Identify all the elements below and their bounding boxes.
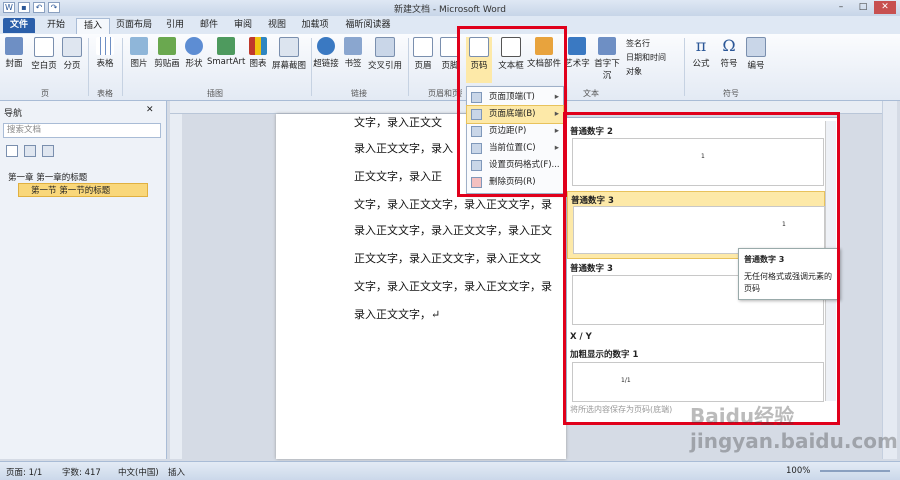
tab-mailings[interactable]: 邮件 [194,18,224,33]
blank-page-button[interactable]: 空白页 [28,37,60,71]
group-tables: 表格 [97,89,113,98]
tab-insert[interactable]: 插入 [76,18,110,34]
doc-line: 正文文字，录入正 [354,170,442,183]
chart-button[interactable]: 图表 [246,37,270,69]
drop-cap-button[interactable]: 首字下沉 [591,37,623,81]
hyperlink-icon [317,37,335,55]
wordart-icon [568,37,586,55]
zoom-level[interactable]: 100% [786,466,810,476]
bookmark-button[interactable]: 书签 [341,37,365,69]
vertical-ruler [170,114,182,459]
shapes-button[interactable]: 形状 [183,37,205,69]
smartart-icon [217,37,235,55]
headings-view-icon[interactable] [6,145,18,157]
title-bar: W ▪ ↶ ↷ 新建文档 - Microsoft Word – □ ✕ [0,0,900,16]
wordart-button[interactable]: 艺术字 [563,37,591,69]
highlight-page-number-menu [457,26,567,197]
pages-view-icon[interactable] [24,145,36,157]
clipart-icon [158,37,176,55]
blank-page-icon [34,37,54,57]
results-view-icon[interactable] [42,145,54,157]
group-pages: 页 [41,89,49,98]
doc-line: 录入正文文字，录入正文文字，录入正文 [354,224,552,237]
table-button[interactable]: 表格 [92,37,118,69]
nav-title: 导航 [4,109,23,119]
window-title: 新建文档 - Microsoft Word [394,5,506,15]
tab-home[interactable]: 开始 [40,18,72,33]
close-icon[interactable]: ✕ [874,1,896,14]
cover-icon [5,37,23,55]
nav-heading-2[interactable]: 第一节 第一节的标题 [18,183,148,197]
chart-icon [249,37,267,55]
watermark: Baidu经验 jingyan.baidu.com [690,404,898,453]
ribbon-tabs: 文件 开始 插入 页面布局 引用 邮件 审阅 视图 加载项 福昕阅读器 [0,16,900,35]
drop-cap-icon [598,37,616,55]
object-button[interactable]: 对象 [626,66,642,77]
navigation-pane: 导航 ✕ 搜索文档 第一章 第一章的标题 第一节 第一节的标题 [0,101,167,459]
tab-page-layout[interactable]: 页面布局 [112,18,156,33]
status-language[interactable]: 中文(中国) [118,466,159,478]
status-mode[interactable]: 插入 [168,466,185,478]
highlight-gallery [563,112,840,425]
doc-line: 文字，录入正文文字，录入正文文字，录 [354,198,552,211]
equation-button[interactable]: π 公式 [688,36,714,70]
maximize-icon[interactable]: □ [852,1,874,14]
tab-addins[interactable]: 加载项 [296,18,334,33]
signature-line-button[interactable]: 签名行 [626,38,650,49]
group-links: 链接 [351,89,367,98]
ribbon: 封面 空白页 分页 表格 图片 剪贴画 形状 SmartArt 图表 屏幕截图 … [0,34,900,101]
tab-foxit[interactable]: 福昕阅读器 [338,18,398,33]
cross-reference-icon [375,37,395,57]
numbering-icon [746,37,766,57]
doc-line: 录入正文文字，录入 [354,142,453,155]
group-illustrations: 插图 [207,89,223,98]
group-text: 文本 [583,89,599,98]
table-icon [96,37,114,55]
shapes-icon [185,37,203,55]
doc-line: 正文文字，录入正文文字，录入正文文 [354,252,541,265]
nav-heading-1[interactable]: 第一章 第一章的标题 [8,171,87,183]
group-symbols: 符号 [723,89,739,98]
tab-file[interactable]: 文件 [3,18,35,33]
search-input[interactable]: 搜索文档 [3,123,161,138]
symbol-button[interactable]: Ω 符号 [716,36,742,70]
picture-button[interactable]: 图片 [126,37,152,69]
zoom-slider[interactable] [820,470,890,472]
doc-line: 文字，录入正文文字，录入正文文字，录 [354,280,552,293]
close-icon[interactable]: ✕ [146,105,154,115]
numbering-button[interactable]: 编号 [744,37,768,71]
cover-button[interactable]: 封面 [2,37,26,69]
header-button[interactable]: 页眉 [411,37,435,71]
tab-review[interactable]: 审阅 [228,18,258,33]
tab-view[interactable]: 视图 [262,18,292,33]
screenshot-icon [279,37,299,57]
doc-line: 录入正文文字，↵ [354,308,441,321]
clipart-button[interactable]: 剪贴画 [152,37,182,69]
minimize-icon[interactable]: – [830,1,852,14]
smartart-button[interactable]: SmartArt [207,37,245,67]
status-page[interactable]: 页面: 1/1 [6,466,42,478]
bookmark-icon [344,37,362,55]
header-icon [413,37,433,57]
date-time-button[interactable]: 日期和时间 [626,52,666,63]
hyperlink-button[interactable]: 超链接 [313,37,339,69]
pi-icon: π [695,36,707,55]
doc-line: 文字，录入正文文 [354,116,442,129]
page-break-button[interactable]: 分页 [60,37,84,71]
omega-icon: Ω [722,36,736,55]
screenshot-button[interactable]: 屏幕截图 [271,37,307,71]
cross-reference-button[interactable]: 交叉引用 [366,37,404,71]
tab-references[interactable]: 引用 [160,18,190,33]
page-break-icon [62,37,82,57]
status-bar: 页面: 1/1 字数: 417 中文(中国) 插入 100% [0,461,900,480]
status-words[interactable]: 字数: 417 [62,466,101,478]
picture-icon [130,37,148,55]
